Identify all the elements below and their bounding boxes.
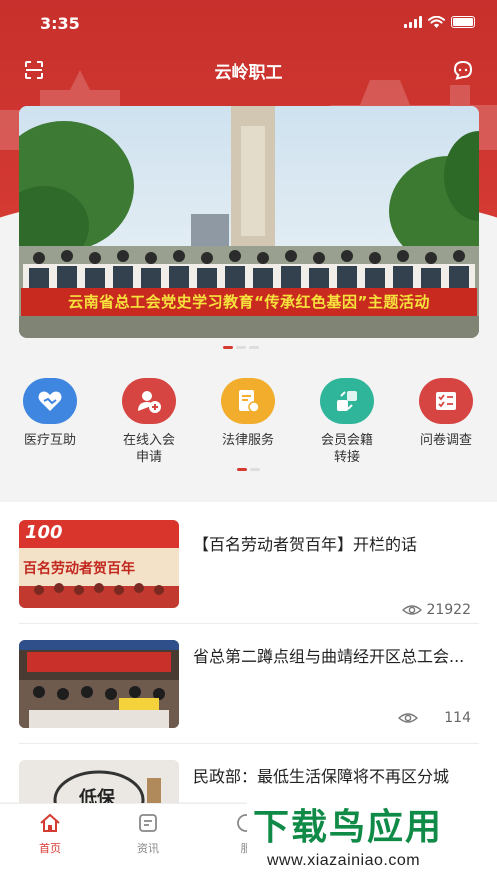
banner-dot <box>236 346 246 349</box>
news-thumbnail <box>19 640 179 728</box>
news-thumbnail-caption: 低保 <box>79 788 115 804</box>
news-thumbnail: 低保 <box>19 760 179 804</box>
news-icon <box>139 814 157 832</box>
quick-menu-label: 法律服务 <box>221 433 274 448</box>
tab-label: 资讯 <box>137 842 159 855</box>
news-views: 114 <box>398 710 471 726</box>
news-list: 100 百名劳动者贺百年 【百名劳动者贺百年】开栏的话 21922 省总第二蹲点… <box>0 502 497 804</box>
tab-label: 首页 <box>39 842 61 855</box>
quick-menu-label: 问卷调查 <box>419 433 472 448</box>
status-time: 3:35 <box>40 14 80 33</box>
quick-menu-dot-active <box>237 468 247 471</box>
news-title: 省总第二蹲点组与曲靖经开区总工会... <box>193 647 465 666</box>
signal-icon <box>404 16 422 28</box>
news-title: 民政部：最低生活保障将不再区分城 <box>193 767 450 786</box>
quick-menu-join-union[interactable]: 在线入会 申请 <box>99 378 199 466</box>
news-thumbnail-caption: 百名劳动者贺百年 <box>23 561 135 577</box>
watermark-url: www.xiazainiao.com <box>267 852 421 869</box>
news-view-count: 21922 <box>426 602 471 618</box>
news-view-count: 114 <box>444 710 471 726</box>
home-icon <box>40 813 60 832</box>
news-thumbnail: 100 百名劳动者贺百年 <box>19 520 179 608</box>
checklist-icon <box>419 378 473 424</box>
quick-menu-pagination <box>237 468 260 471</box>
quick-menu-medical-aid[interactable]: 医疗互助 <box>0 378 100 449</box>
wifi-icon <box>428 16 445 28</box>
quick-menu-label: 医疗互助 <box>23 433 76 448</box>
quick-menu-survey[interactable]: 问卷调查 <box>396 378 496 449</box>
tab-home[interactable]: 首页 <box>15 812 85 856</box>
eye-icon <box>402 605 423 615</box>
banner-dot-active <box>223 346 233 349</box>
news-divider <box>19 743 479 744</box>
transfer-icon <box>320 378 374 424</box>
status-icons <box>404 16 475 28</box>
handshake-heart-icon <box>23 378 77 424</box>
quick-menu-label: 会员会籍 转接 <box>320 433 373 465</box>
banner-dot <box>249 346 259 349</box>
nav-bar: 云岭职工 <box>0 52 497 88</box>
news-thumbnail-graphic <box>19 640 179 728</box>
eye-icon <box>398 713 419 723</box>
quick-menu-legal-service[interactable]: 法律服务 <box>198 378 298 449</box>
app-title: 云岭职工 <box>214 63 283 83</box>
news-divider <box>19 623 479 624</box>
news-item[interactable]: 100 百名劳动者贺百年 【百名劳动者贺百年】开栏的话 21922 <box>19 520 479 618</box>
news-thumbnail-badge: 100 <box>25 522 63 543</box>
quick-menu-membership-transfer[interactable]: 会员会籍 转接 <box>297 378 397 466</box>
banner-pagination <box>223 346 259 349</box>
tab-news[interactable]: 资讯 <box>113 812 183 856</box>
news-views: 21922 <box>402 602 471 618</box>
watermark: 下载鸟应用 www.xiazainiao.com <box>247 790 497 883</box>
news-item[interactable]: 省总第二蹲点组与曲靖经开区总工会... 114 <box>19 640 479 730</box>
banner-caption: 云南省总工会党史学习教育“传承红色基因”主题活动 <box>21 288 477 316</box>
chat-icon[interactable] <box>453 60 473 80</box>
battery-icon <box>451 16 475 28</box>
legal-document-icon <box>221 378 275 424</box>
quick-menu-label: 在线入会 申请 <box>122 433 175 465</box>
banner-carousel[interactable]: 云南省总工会党史学习教育“传承红色基因”主题活动 <box>19 106 479 338</box>
add-member-icon <box>122 378 176 424</box>
status-bar: 3:35 <box>0 0 497 48</box>
quick-menu-dot <box>250 468 260 471</box>
quick-menu: 医疗互助 在线入会 申请 法律服务 会员会籍 转接 问卷调查 <box>0 378 497 468</box>
news-title: 【百名劳动者贺百年】开栏的话 <box>193 535 418 554</box>
watermark-text: 下载鸟应用 <box>253 807 444 848</box>
